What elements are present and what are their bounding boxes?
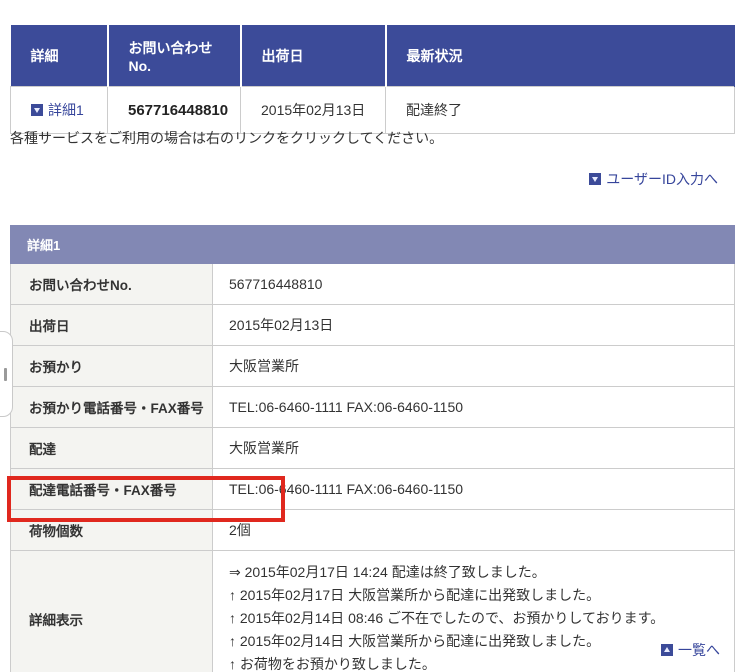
row-value-delivery-office: 大阪営業所 [213, 428, 735, 469]
triangle-down-icon [31, 104, 43, 116]
service-notice-text: 各種サービスをご利用の場合は右のリンクをクリックしてください。 [10, 128, 443, 148]
detail1-link[interactable]: 詳細1 [31, 102, 84, 118]
summary-header-status: 最新状況 [386, 26, 735, 87]
triangle-up-icon [661, 644, 673, 656]
summary-header-inquiry-no: お問い合わせNo. [108, 26, 241, 87]
user-id-input-link[interactable]: ユーザーID入力へ [589, 171, 718, 187]
row-label-ship-date: 出荷日 [11, 305, 213, 346]
tracking-page: 詳細 お問い合わせNo. 出荷日 最新状況 詳細1 567716448810 2… [0, 0, 745, 672]
summary-cell-ship-date: 2015年02月13日 [241, 87, 386, 134]
row-label-package-count: 荷物個数 [11, 510, 213, 551]
detail-table: 詳細1 お問い合わせNo. 567716448810 出荷日 2015年02月1… [10, 225, 735, 672]
summary-row: 詳細1 567716448810 2015年02月13日 配達終了 [11, 87, 735, 134]
summary-cell-status: 配達終了 [386, 87, 735, 134]
history-line: ↑ 2015年02月17日 大阪営業所から配達に出発致しました。 [229, 584, 726, 607]
row-value-delivery-tel-fax: TEL:06-6460-1111 FAX:06-6460-1150 [213, 469, 735, 510]
row-label-pickup-office: お預かり [11, 346, 213, 387]
summary-header-ship-date: 出荷日 [241, 26, 386, 87]
back-to-list-link[interactable]: 一覧へ [661, 642, 720, 658]
history-line: ↑ 2015年02月14日 08:46 ご不在でしたので、お預かりしております。 [229, 607, 726, 630]
summary-table: 詳細 お問い合わせNo. 出荷日 最新状況 詳細1 567716448810 2… [10, 25, 735, 134]
table-row: お預かり電話番号・FAX番号 TEL:06-6460-1111 FAX:06-6… [11, 387, 735, 428]
row-label-pickup-tel-fax: お預かり電話番号・FAX番号 [11, 387, 213, 428]
back-to-list-link-label: 一覧へ [678, 642, 720, 658]
row-label-inquiry-no: お問い合わせNo. [11, 264, 213, 305]
row-label-delivery-tel-fax: 配達電話番号・FAX番号 [11, 469, 213, 510]
user-id-input-link-label: ユーザーID入力へ [606, 171, 718, 187]
table-row: 出荷日 2015年02月13日 [11, 305, 735, 346]
history-line: ↑ お荷物をお預かり致しました。 [229, 653, 726, 672]
row-value-history: ⇒ 2015年02月17日 14:24 配達は終了致しました。 ↑ 2015年0… [213, 551, 735, 672]
history-line: ↑ 2015年02月14日 大阪営業所から配達に出発致しました。 [229, 630, 726, 653]
side-panel-handle[interactable] [0, 331, 13, 417]
detail-table-title: 詳細1 [11, 226, 735, 264]
triangle-down-icon [589, 173, 601, 185]
grip-icon [4, 368, 7, 381]
table-row: 配達 大阪営業所 [11, 428, 735, 469]
row-label-history: 詳細表示 [11, 551, 213, 672]
table-row: 配達電話番号・FAX番号 TEL:06-6460-1111 FAX:06-646… [11, 469, 735, 510]
summary-cell-detail: 詳細1 [11, 87, 108, 134]
row-value-inquiry-no: 567716448810 [213, 264, 735, 305]
row-label-delivery-office: 配達 [11, 428, 213, 469]
table-row: お預かり 大阪営業所 [11, 346, 735, 387]
history-line: ⇒ 2015年02月17日 14:24 配達は終了致しました。 [229, 561, 726, 584]
table-row: お問い合わせNo. 567716448810 [11, 264, 735, 305]
summary-header-detail: 詳細 [11, 26, 108, 87]
detail1-link-label: 詳細1 [48, 102, 84, 118]
row-value-pickup-office: 大阪営業所 [213, 346, 735, 387]
row-value-pickup-tel-fax: TEL:06-6460-1111 FAX:06-6460-1150 [213, 387, 735, 428]
row-value-package-count: 2個 [213, 510, 735, 551]
table-row-package-count: 荷物個数 2個 [11, 510, 735, 551]
detail-section: 詳細1 お問い合わせNo. 567716448810 出荷日 2015年02月1… [10, 225, 735, 672]
summary-header-row: 詳細 お問い合わせNo. 出荷日 最新状況 [11, 26, 735, 87]
summary-cell-inquiry-no: 567716448810 [108, 87, 241, 134]
table-row-history: 詳細表示 ⇒ 2015年02月17日 14:24 配達は終了致しました。 ↑ 2… [11, 551, 735, 672]
row-value-ship-date: 2015年02月13日 [213, 305, 735, 346]
